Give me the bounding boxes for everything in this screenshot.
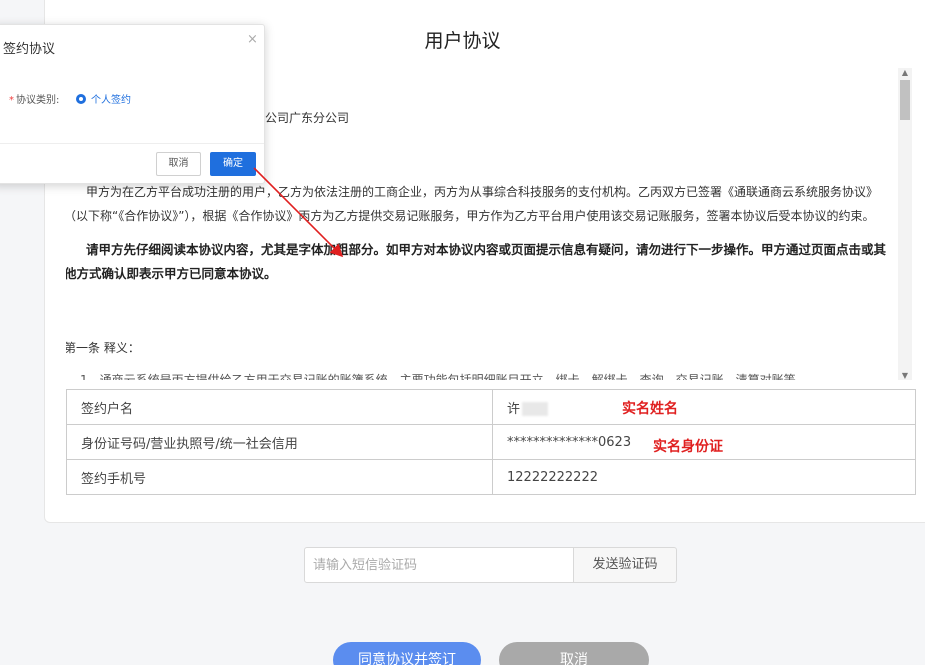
scroll-up-icon[interactable]: ▲ <box>898 68 912 77</box>
table-row: 签约手机号 12222222222 <box>66 459 916 495</box>
table-row: 签约户名 许 <box>66 389 916 425</box>
party-line: 限公司广东分公司 <box>253 111 350 125</box>
annotation-real-name: 实名姓名 <box>622 401 678 417</box>
table-cell-value: 许 <box>492 389 916 425</box>
account-name-value: 许 <box>507 401 521 417</box>
table-row: 身份证号码/营业执照号/统一社会信用 **************0623 <box>66 424 916 460</box>
annotation-real-id: 实名身份证 <box>653 439 723 455</box>
modal-cancel-button[interactable]: 取消 <box>156 152 201 176</box>
agreement-paragraph-1: 甲方为在乙方平台成功注册的用户，乙方为依法注册的工商企业，丙方为从事综合科技服务… <box>66 185 879 223</box>
modal-divider <box>0 143 264 144</box>
table-cell-value: 12222222222 <box>492 459 916 495</box>
sign-agreement-modal: 签约协议 × * 协议类别: 个人签约 取消 确定 <box>0 24 265 184</box>
agreement-scrollbar[interactable]: ▲ ▼ <box>898 68 912 380</box>
modal-confirm-button[interactable]: 确定 <box>210 152 256 176</box>
scroll-down-icon[interactable]: ▼ <box>898 371 912 380</box>
modal-title: 签约协议 <box>3 42 56 57</box>
cancel-button[interactable]: 取消 <box>499 642 649 665</box>
personal-sign-radio[interactable]: 个人签约 <box>76 91 131 106</box>
scrollbar-thumb[interactable] <box>900 80 910 120</box>
agreement-paragraph-2: 请甲方先仔细阅读本协议内容，尤其是字体加粗部分。如甲方对本协议内容或页面提示信息… <box>66 242 887 281</box>
table-cell-label: 签约户名 <box>66 389 493 425</box>
send-code-button[interactable]: 发送验证码 <box>573 547 677 583</box>
agreement-type-label-text: 协议类别: <box>16 95 60 106</box>
table-cell-label: 身份证号码/营业执照号/统一社会信用 <box>66 424 493 460</box>
sms-code-input[interactable] <box>304 547 574 583</box>
agreement-item-1: 1、通商云系统是丙方提供给乙方用于交易记账的账簿系统，主要功能包括明细账目开立、… <box>80 373 796 380</box>
agreement-type-label: * 协议类别: <box>9 91 59 106</box>
masked-name <box>522 402 549 416</box>
agree-and-sign-button[interactable]: 同意协议并签订 <box>333 642 481 665</box>
signing-info-table: 签约户名 许 身份证号码/营业执照号/统一社会信用 **************… <box>66 389 916 495</box>
table-cell-label: 签约手机号 <box>66 459 493 495</box>
radio-label: 个人签约 <box>91 95 131 106</box>
section-heading: 第一条 释义： <box>66 341 140 355</box>
radio-checked-icon <box>76 94 86 104</box>
required-mark: * <box>9 95 14 106</box>
close-icon[interactable]: × <box>247 32 258 47</box>
